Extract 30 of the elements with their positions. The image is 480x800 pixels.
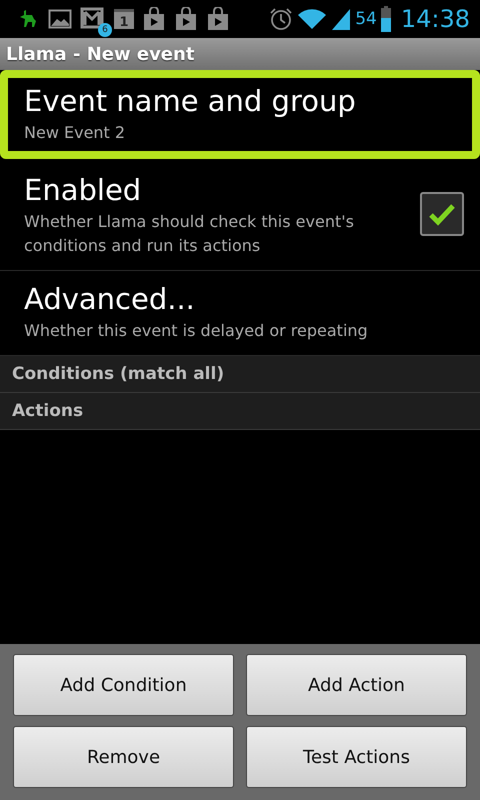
preference-summary: Whether this event is delayed or repeating — [24, 320, 369, 342]
preference-title: Advanced... — [24, 281, 196, 318]
preference-summary: Whether Llama should check this event's conditions and run its actions — [24, 211, 355, 257]
action-button[interactable]: Test Actions — [246, 726, 467, 788]
wifi-icon — [297, 7, 328, 31]
count-badge: 6 — [98, 23, 112, 37]
preference-item[interactable]: Enabled Whether Llama should check this event's conditions and run its actions — [0, 162, 480, 271]
check-icon — [428, 202, 456, 226]
action-button[interactable]: Remove — [13, 726, 234, 788]
action-button[interactable]: Add Action — [246, 654, 467, 716]
mail-icon — [80, 7, 104, 29]
preference-title: Event name and group — [24, 83, 357, 120]
preference-summary: New Event 2 — [24, 122, 126, 144]
battery-icon — [380, 6, 391, 32]
preference-item[interactable]: Event name and group New Event 2 — [0, 70, 480, 159]
battery-level: 54 — [355, 9, 377, 29]
section-header: Conditions (match all) — [0, 356, 480, 393]
clock-time: 14:38 — [400, 5, 470, 33]
calendar-icon: 1 — [114, 9, 134, 29]
image-icon — [48, 7, 72, 31]
section-header: Actions — [0, 393, 480, 430]
shopping-bag-icon — [206, 7, 230, 31]
shopping-bag-icon — [174, 7, 198, 31]
checkbox[interactable] — [420, 192, 464, 236]
window-title: Llama - New event — [6, 44, 194, 64]
shopping-bag-icon — [142, 7, 166, 31]
action-button[interactable]: Add Condition — [13, 654, 234, 716]
preference-title: Enabled — [24, 172, 142, 209]
alarm-clock-icon — [269, 7, 294, 31]
signal-icon — [331, 7, 352, 31]
